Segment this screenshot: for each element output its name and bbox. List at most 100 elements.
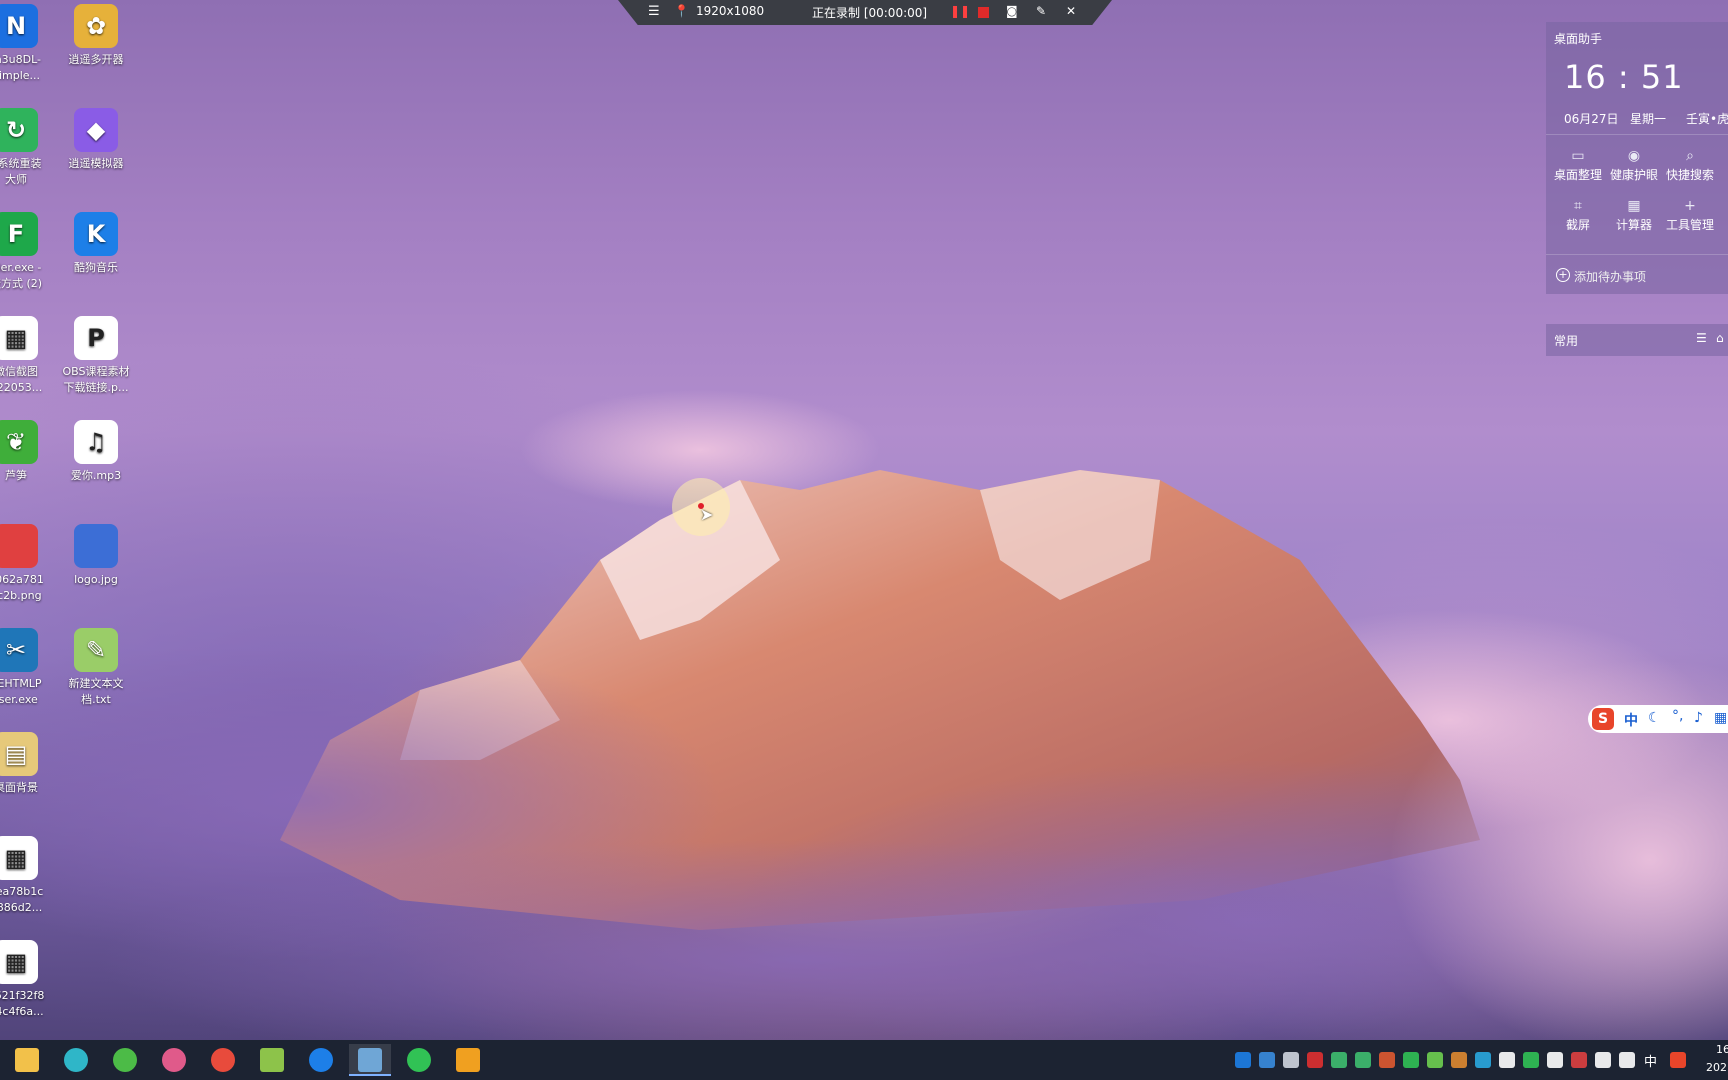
punctuation-icon[interactable]: °, — [1672, 708, 1683, 724]
taskbar — [0, 1040, 1728, 1080]
pause-icon[interactable]: ❚❚ — [950, 4, 970, 18]
frequent-panel: 常用 ☰ ⌂ — [1546, 324, 1728, 356]
widget-tool-plus[interactable]: + 工具管理 — [1660, 196, 1720, 233]
widget-tool-calculator[interactable]: ▦ 计算器 — [1604, 196, 1664, 233]
sogou-tray-icon[interactable] — [1670, 1052, 1686, 1068]
close-icon[interactable]: ✕ — [1066, 4, 1076, 18]
desktop-icon-label: 桌面背景 — [0, 781, 38, 794]
desktop-icon-label: b886d2... — [0, 901, 43, 914]
mic-icon[interactable]: ♪ — [1694, 710, 1703, 726]
desktop-icon-qr-file-1[interactable]: ▦ 1ea78b1c b886d2... — [0, 832, 52, 916]
sogou-icon[interactable]: S — [1592, 708, 1614, 730]
desktop-icon-label: EEHTMLP — [0, 677, 42, 690]
widget-divider — [1546, 134, 1728, 135]
keyboard-icon[interactable]: ▦ — [1714, 710, 1727, 726]
desktop-icon-qr-file-2[interactable]: ▦ d621f32f8 44c4f6a... — [0, 936, 52, 1020]
add-todo-button[interactable]: 添加待办事项 — [1574, 268, 1646, 285]
desktop-icon-system-reinstall[interactable]: ↻ 0系统重装大师 — [0, 104, 52, 188]
windows-tray-icon[interactable] — [1547, 1052, 1563, 1068]
mic-tray-icon[interactable] — [1499, 1052, 1515, 1068]
taskbar-360-browser[interactable] — [104, 1044, 146, 1076]
tray-app-icon[interactable] — [1475, 1052, 1491, 1068]
taskbar-edge-browser[interactable] — [55, 1044, 97, 1076]
desk-assistant-widget: 桌面助手 16 : 51 06月27日 星期一 壬寅•虎 ▭ 桌面整理 ◉ 健康护眼 ⌕… — [1546, 22, 1728, 294]
widget-tool-monitor[interactable]: ▭ 桌面整理 — [1548, 146, 1608, 183]
desktop-icon-logo-jpg[interactable]: logo.jpg — [60, 520, 132, 588]
logo-jpg-icon — [74, 524, 118, 568]
desktop-icon-fiddler[interactable]: Fdler.exe - 捷方式 (2) — [0, 208, 52, 292]
widget-tool-label: 工具管理 — [1665, 218, 1714, 232]
desktop-icon-eehtml-parser[interactable]: ✂ EEHTMLP rser.exe — [0, 624, 52, 708]
desktop-icon-label: 芦笋 — [5, 469, 27, 482]
taskbar-notepad-plus[interactable] — [251, 1044, 293, 1076]
feishu-tray-icon[interactable] — [1259, 1052, 1275, 1068]
desktop-icon-xiaoyao-emulator[interactable]: ◆ 逍遥模拟器 — [60, 104, 132, 172]
widget-tool-search[interactable]: ⌕ 快捷搜索 — [1660, 146, 1720, 183]
nvidia-tray-icon[interactable] — [1523, 1052, 1539, 1068]
clock-line2[interactable]: 202 — [1706, 1061, 1727, 1074]
taskbar-app-multicolor[interactable] — [153, 1044, 195, 1076]
active-app-icon — [358, 1048, 382, 1072]
ime-toolbar[interactable]: S 中 ☾ °, ♪ ▦ — [1588, 705, 1728, 733]
taskbar-active-app[interactable] — [349, 1044, 391, 1076]
message-tray-icon[interactable] — [1283, 1052, 1299, 1068]
stop-icon[interactable] — [978, 7, 989, 18]
desktop-icon-label: 44c4f6a... — [0, 1005, 44, 1018]
widget-tool-label: 健康护眼 — [1609, 168, 1658, 182]
camera-icon[interactable]: ◙ — [1006, 4, 1018, 18]
calculator-icon: ▦ — [1627, 198, 1641, 214]
desktop-icon-png-file[interactable]: 5062a781 ac2b.png — [0, 520, 52, 604]
desktop-icon-luzhu[interactable]: ❦ 芦笋 — [0, 416, 52, 484]
desktop-icon-label: 逍遥多开器 — [68, 53, 124, 66]
network-tray-icon[interactable] — [1595, 1052, 1611, 1068]
volume-tray-icon[interactable] — [1619, 1052, 1635, 1068]
security-tray-icon[interactable] — [1571, 1052, 1587, 1068]
desktop-icon-wechat-screenshot[interactable]: ▦ 微信截图 022053... — [0, 312, 52, 396]
clock-line1[interactable]: 16 — [1716, 1043, 1728, 1056]
arrow-tray-icon[interactable] — [1451, 1052, 1467, 1068]
desktop-icon-obs-course[interactable]: P OBS课程素材 下载链接.p... — [60, 312, 132, 396]
game-tray-icon[interactable] — [1355, 1052, 1371, 1068]
pen-icon[interactable]: ✎ — [1036, 4, 1046, 18]
ime-lang[interactable]: 中 — [1624, 710, 1638, 730]
desktop-icon-mp3-file[interactable]: ♫ 爱你.mp3 — [60, 416, 132, 484]
taskbar-wechat-taskbar[interactable] — [398, 1044, 440, 1076]
app-tray-icon[interactable] — [1379, 1052, 1395, 1068]
desktop-icon-label: 微信截图 — [0, 365, 38, 378]
desktop-icon-desktop-bg[interactable]: ▤ 桌面背景 — [0, 728, 52, 796]
search-icon: ⌕ — [1686, 148, 1694, 164]
file-explorer-icon — [15, 1048, 39, 1072]
taskbar-kugou-taskbar[interactable] — [300, 1044, 342, 1076]
desktop-icon-label: 大师 — [5, 173, 27, 186]
taskbar-weibo-taskbar[interactable] — [447, 1044, 489, 1076]
crop-icon: ⌗ — [1574, 198, 1582, 214]
menu-icon[interactable]: ☰ — [648, 4, 660, 19]
edge-tray-icon[interactable] — [1331, 1052, 1347, 1068]
add-todo-icon[interactable]: + — [1556, 268, 1570, 282]
wechat-tray-icon[interactable] — [1403, 1052, 1419, 1068]
moon-icon[interactable]: ☾ — [1648, 710, 1661, 726]
desktop-icon-label: 022053... — [0, 381, 43, 394]
recorder-resolution: 1920x1080 — [696, 4, 765, 18]
weibo-taskbar-icon — [456, 1048, 480, 1072]
desktop-icon-label: 捷方式 (2) — [0, 277, 43, 290]
taskbar-chrome-browser[interactable] — [202, 1044, 244, 1076]
lock-icon[interactable]: ⌂ — [1716, 331, 1724, 345]
desktop-icon-new-text-doc[interactable]: ✎ 新建文本文 档.txt — [60, 624, 132, 708]
widget-tool-crop[interactable]: ⌗ 截屏 — [1548, 196, 1608, 233]
record-tray-icon[interactable] — [1307, 1052, 1323, 1068]
desktop-icon-xiaoyao-multi[interactable]: ✿ 逍遥多开器 — [60, 0, 132, 68]
edge-browser-icon — [64, 1048, 88, 1072]
new-text-doc-icon: ✎ — [74, 628, 118, 672]
tray-ime-lang[interactable]: 中 — [1644, 1051, 1657, 1070]
taskbar-file-explorer[interactable] — [6, 1044, 48, 1076]
widget-tool-label: 计算器 — [1615, 218, 1652, 232]
list-icon[interactable]: ☰ — [1696, 331, 1707, 345]
desktop-icon-kugou-music[interactable]: K 酷狗音乐 — [60, 208, 132, 276]
desktop-icon-label: 逍遥模拟器 — [68, 157, 124, 170]
kugou-tray-icon[interactable] — [1235, 1052, 1251, 1068]
pin-icon[interactable]: 📍 — [674, 4, 689, 18]
widget-tool-eye[interactable]: ◉ 健康护眼 — [1604, 146, 1664, 183]
360-tray-icon[interactable] — [1427, 1052, 1443, 1068]
desktop-icon-m3u8dl-simple[interactable]: Nm3u8DL- Simple... — [0, 0, 52, 84]
